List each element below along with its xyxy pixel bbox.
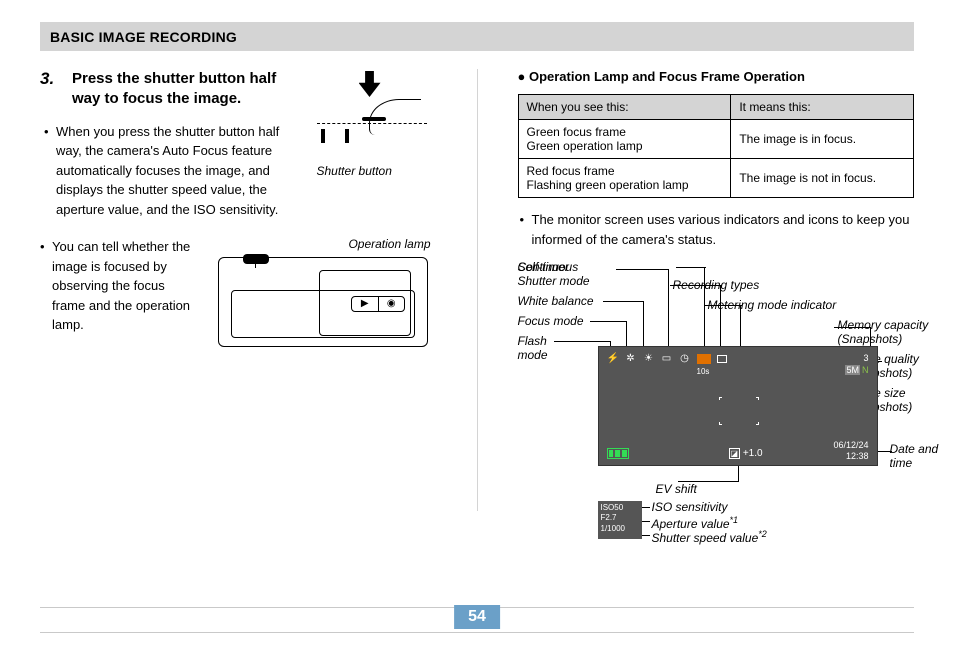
panel-shutter: 1/1000 — [601, 524, 639, 534]
camera-icon: ◉ — [379, 297, 405, 311]
operation-lamp-heading: Operation Lamp and Focus Frame Operation — [518, 69, 915, 84]
label-self-timer: Self-timer — [518, 261, 569, 275]
focus-frame-icon — [719, 397, 759, 425]
table-row: Red focus frame Flashing green operation… — [518, 159, 914, 198]
page-number: 54 — [454, 605, 500, 629]
continuous-icon: ▭ — [661, 353, 673, 364]
label-ev-shift: EV shift — [656, 483, 697, 497]
monitor-date: 06/12/24 — [833, 440, 868, 450]
shutter-button-label: Shutter button — [317, 164, 392, 178]
monitor-time: 12:38 — [846, 451, 869, 461]
operation-lamp-label: Operation lamp — [218, 237, 431, 251]
operation-lamp-illustration: ▶◉ — [218, 257, 428, 347]
panel-aperture: F2.7 — [601, 513, 639, 523]
label-date-time: Date and time — [890, 443, 954, 471]
section-title: BASIC IMAGE RECORDING — [40, 22, 914, 51]
monitor-ev: +1.0 — [743, 448, 763, 459]
monitor-count: 3 — [845, 353, 868, 363]
monitor-diagram: Continuous Shutter mode White balance Fo… — [518, 261, 954, 511]
right-column: Operation Lamp and Focus Frame Operation… — [518, 69, 915, 511]
timer-icon: ◷ — [679, 353, 691, 364]
down-arrow-icon — [359, 71, 381, 97]
label-memory-capacity: Memory capacity (Snapshots) — [838, 319, 954, 347]
left-column: 3. Press the shutter button half way to … — [40, 69, 437, 511]
recording-type-icon — [697, 354, 711, 364]
table-row: Green focus frame Green operation lamp T… — [518, 120, 914, 159]
battery-icon — [607, 448, 629, 459]
label-focus-mode: Focus mode — [518, 315, 584, 329]
operation-lamp-icon — [243, 254, 269, 264]
monitor-10s: 10s — [697, 367, 710, 376]
table-header-means: It means this: — [731, 95, 914, 120]
monitor-screen: ⚡ ✲ ☀ ▭ ◷ 10s 3 5MN — [598, 346, 878, 466]
left-bullet-2: You can tell whether the image is focuse… — [40, 237, 200, 335]
wb-icon: ☀ — [643, 353, 655, 364]
monitor-size: 5M — [845, 365, 860, 375]
step-number: 3. — [40, 69, 54, 88]
label-flash-mode: Flash mode — [518, 335, 578, 363]
panel-iso: ISO50 — [601, 503, 639, 513]
label-shutter-speed: Shutter speed value*2 — [652, 529, 767, 546]
table-header-see: When you see this: — [518, 95, 731, 120]
exposure-panel: ISO50 F2.7 1/1000 — [598, 501, 642, 539]
two-column-layout: 3. Press the shutter button half way to … — [40, 69, 914, 511]
flash-icon: ⚡ — [607, 353, 619, 364]
page-footer: 54 — [40, 607, 914, 633]
focus-frame-table: When you see this: It means this: Green … — [518, 94, 915, 198]
step-title: Press the shutter button half way to foc… — [72, 69, 299, 110]
left-bullet-1: When you press the shutter button half w… — [44, 122, 299, 220]
playback-icon: ▶ — [352, 297, 378, 311]
metering-icon — [717, 355, 727, 363]
label-iso: ISO sensitivity — [652, 501, 728, 515]
monitor-bullet: The monitor screen uses various indicato… — [518, 210, 915, 249]
macro-icon: ✲ — [625, 353, 637, 364]
shutter-button-illustration — [317, 69, 427, 159]
ev-icon: ◪ — [729, 448, 741, 459]
label-white-balance: White balance — [518, 295, 594, 309]
column-divider — [477, 69, 478, 511]
monitor-quality: N — [860, 365, 869, 375]
